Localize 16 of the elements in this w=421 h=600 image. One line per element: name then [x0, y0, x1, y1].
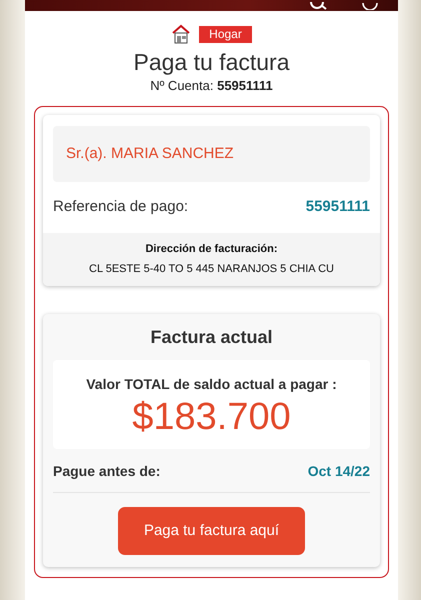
- search-icon[interactable]: [309, 2, 327, 10]
- house-icon: [171, 24, 192, 44]
- address-label: Dirección de facturación:: [144, 242, 279, 256]
- bill-title: Factura actual: [149, 326, 274, 348]
- reference-number: 55951111: [306, 197, 370, 217]
- category-label: Hogar: [199, 26, 252, 42]
- due-label: Pague antes de:: [53, 462, 160, 481]
- pay-button[interactable]: Paga tu factura aquí: [118, 506, 306, 555]
- page-title: Paga tu factura: [132, 48, 290, 76]
- amount-due: $183.700: [131, 394, 292, 438]
- due-date: Oct 14/22: [308, 462, 370, 480]
- account-number: Nº Cuenta: 55951111: [149, 77, 274, 95]
- customer-name: Sr.(a). MARIA SANCHEZ: [53, 126, 370, 182]
- reference-label: Referencia de pago:: [53, 197, 188, 217]
- total-label: Valor TOTAL de saldo actual a pagar :: [85, 374, 338, 394]
- address-text: CL 5ESTE 5-40 TO 5 445 NARANJOS 5 CHIA CU: [88, 262, 335, 277]
